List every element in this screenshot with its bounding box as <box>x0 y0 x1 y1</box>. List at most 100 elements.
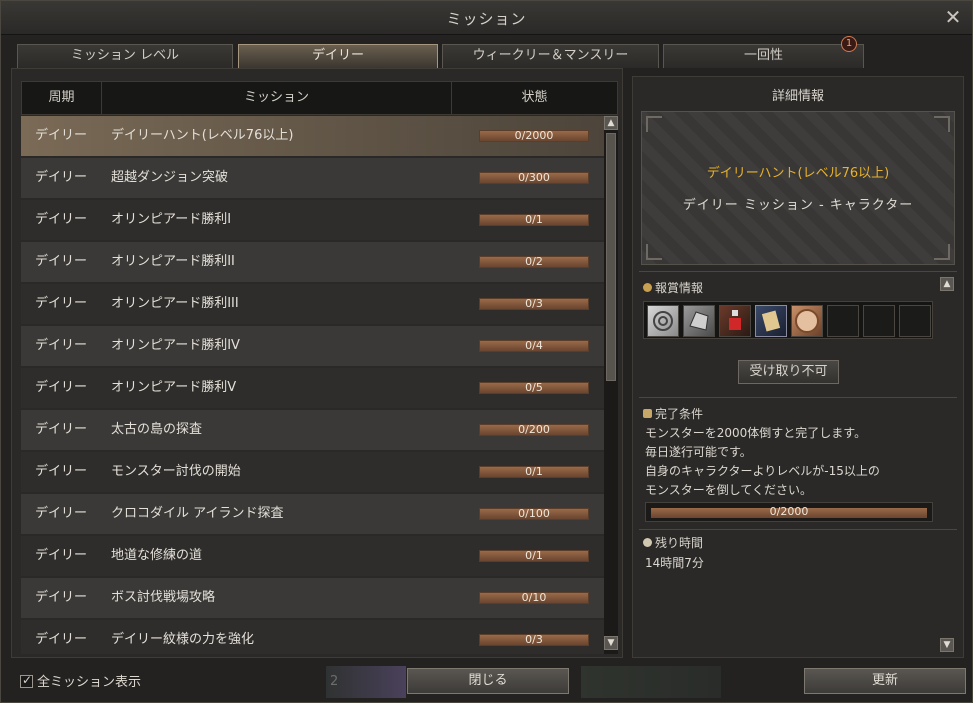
scroll-up-icon[interactable]: ▲ <box>604 116 618 130</box>
condition-line: 自身のキャラクターよりレベルが-15以上の <box>645 464 880 478</box>
ornament-corner-icon <box>934 244 950 260</box>
scroll-item-icon[interactable] <box>647 305 679 337</box>
list-scrollbar[interactable]: ▲ ▼ <box>604 116 618 654</box>
close-icon[interactable]: ✕ <box>942 6 964 28</box>
row-progress-bar: 0/10 <box>479 591 589 604</box>
mission-row[interactable]: デイリー デイリーハント(レベル76以上) 0/2000 <box>21 116 604 156</box>
mission-row[interactable]: デイリー デイリー紋様の力を強化 0/3 <box>21 620 604 654</box>
table-header: 周期 ミッション 状態 <box>21 81 618 115</box>
scroll-down-icon[interactable]: ▼ <box>604 636 618 650</box>
row-progress-bar: 0/2 <box>479 255 589 268</box>
header-period: 周期 <box>22 82 102 114</box>
row-period: デイリー <box>35 170 88 185</box>
row-period: デイリー <box>35 296 88 311</box>
detail-panel: 詳細情報 デイリーハント(レベル76以上) デイリー ミッション - キャラクタ… <box>632 76 964 658</box>
row-progress-bar: 0/3 <box>479 297 589 310</box>
reward-slots <box>643 301 933 339</box>
tab-one-time[interactable]: 一回性 <box>663 44 864 68</box>
row-progress-bar: 0/5 <box>479 381 589 394</box>
detail-scroll-up-icon[interactable]: ▲ <box>940 277 954 291</box>
mission-row[interactable]: デイリー 超越ダンジョン突破 0/300 <box>21 158 604 198</box>
notification-badge: 1 <box>841 36 857 52</box>
mission-list-panel: 周期 ミッション 状態 デイリー デイリーハント(レベル76以上) 0/2000 デイ… <box>11 68 623 658</box>
scroll-thumb[interactable] <box>606 133 616 381</box>
mission-row[interactable]: デイリー モンスター討伐の開始 0/1 <box>21 452 604 492</box>
tab-mission-level[interactable]: ミッション レベル <box>17 44 233 68</box>
row-period: デイリー <box>35 422 88 437</box>
claim-button[interactable]: 受け取り不可 <box>738 360 839 384</box>
tab-weekly-monthly[interactable]: ウィークリー＆マンスリー <box>442 44 659 68</box>
header-status: 状態 <box>521 90 548 105</box>
row-mission-name: オリンピアード勝利IV <box>111 338 240 353</box>
row-mission-name: クロコダイル アイランド探査 <box>111 506 284 521</box>
row-progress-bar: 0/100 <box>479 507 589 520</box>
mission-row[interactable]: デイリー オリンピアード勝利II 0/2 <box>21 242 604 282</box>
empty-slot <box>899 305 931 337</box>
mission-row[interactable]: デイリー クロコダイル アイランド探査 0/100 <box>21 494 604 534</box>
row-period: デイリー <box>35 128 88 143</box>
mission-row[interactable]: デイリー オリンピアード勝利V 0/5 <box>21 368 604 408</box>
row-period: デイリー <box>35 548 88 563</box>
row-mission-name: ボス討伐戦場攻略 <box>111 590 216 605</box>
condition-title: 完了条件 <box>655 407 704 421</box>
mission-row[interactable]: デイリー 地道な修練の道 0/1 <box>21 536 604 576</box>
row-progress-text: 0/4 <box>525 339 543 352</box>
row-mission-name: オリンピアード勝利I <box>111 212 232 227</box>
row-mission-name: モンスター討伐の開始 <box>111 464 241 479</box>
condition-section-title: 完了条件 <box>643 405 703 422</box>
row-mission-name: 地道な修練の道 <box>111 548 203 563</box>
tab-daily[interactable]: デイリー <box>238 44 438 68</box>
scroll-paper-item-icon[interactable] <box>755 305 787 337</box>
ornament-corner-icon <box>646 244 662 260</box>
row-progress-text: 0/1 <box>525 549 543 562</box>
coin-item-icon[interactable] <box>791 305 823 337</box>
mission-row[interactable]: デイリー 太古の島の探査 0/200 <box>21 410 604 450</box>
window-title: ミッション <box>446 10 527 28</box>
row-progress-text: 0/100 <box>518 507 550 520</box>
condition-line: モンスターを2000体倒すと完了します。 <box>645 426 867 440</box>
divider <box>639 271 957 272</box>
row-progress-text: 0/5 <box>525 381 543 394</box>
row-period: デイリー <box>35 380 88 395</box>
row-mission-name: デイリー紋様の力を強化 <box>111 632 255 647</box>
row-progress-text: 0/2 <box>525 255 543 268</box>
row-progress-bar: 0/1 <box>479 465 589 478</box>
reward-bag-icon <box>643 283 652 292</box>
row-progress-text: 0/1 <box>525 465 543 478</box>
mission-row[interactable]: デイリー オリンピアード勝利I 0/1 <box>21 200 604 240</box>
detail-progress-text: 0/2000 <box>769 505 809 518</box>
mission-row[interactable]: デイリー オリンピアード勝利III 0/3 <box>21 284 604 324</box>
close-button[interactable]: 閉じる <box>407 668 569 694</box>
detail-progress-bar: 0/2000 <box>645 502 933 522</box>
time-title: 残り時間 <box>655 536 704 550</box>
scroll-icon <box>643 409 652 418</box>
row-progress-text: 0/3 <box>525 633 543 646</box>
mission-rows: デイリー デイリーハント(レベル76以上) 0/2000 デイリー 超越ダンジョン突破 0… <box>21 116 604 654</box>
show-all-label: 全ミッション表示 <box>37 675 142 690</box>
divider <box>639 397 957 398</box>
row-mission-name: オリンピアード勝利V <box>111 380 237 395</box>
detail-category: デイリー ミッション - キャラクター <box>682 198 914 213</box>
row-progress-text: 0/3 <box>525 297 543 310</box>
row-period: デイリー <box>35 254 88 269</box>
checkbox-icon[interactable] <box>20 673 33 688</box>
show-all-checkbox[interactable]: 全ミッション表示 <box>20 671 141 690</box>
ornament-corner-icon <box>934 116 950 132</box>
mission-row[interactable]: デイリー オリンピアード勝利IV 0/4 <box>21 326 604 366</box>
refresh-button[interactable]: 更新 <box>804 668 966 694</box>
crystal-item-icon[interactable] <box>683 305 715 337</box>
header-mission: ミッション <box>102 82 452 114</box>
potion-item-icon[interactable] <box>719 305 751 337</box>
row-mission-name: デイリーハント(レベル76以上) <box>111 128 294 143</box>
detail-scroll-down-icon[interactable]: ▼ <box>940 638 954 652</box>
row-progress-bar: 0/3 <box>479 633 589 646</box>
row-progress-bar: 0/2000 <box>479 129 589 142</box>
title-bar[interactable]: ミッション ✕ <box>1 1 972 35</box>
detail-mission-name: デイリーハント(レベル76以上) <box>706 166 890 181</box>
row-progress-text: 0/1 <box>525 213 543 226</box>
empty-slot <box>827 305 859 337</box>
row-progress-text: 0/300 <box>518 171 550 184</box>
background-art: 2 <box>326 666 406 698</box>
mission-row[interactable]: デイリー ボス討伐戦場攻略 0/10 <box>21 578 604 618</box>
ornament-corner-icon <box>646 116 662 132</box>
